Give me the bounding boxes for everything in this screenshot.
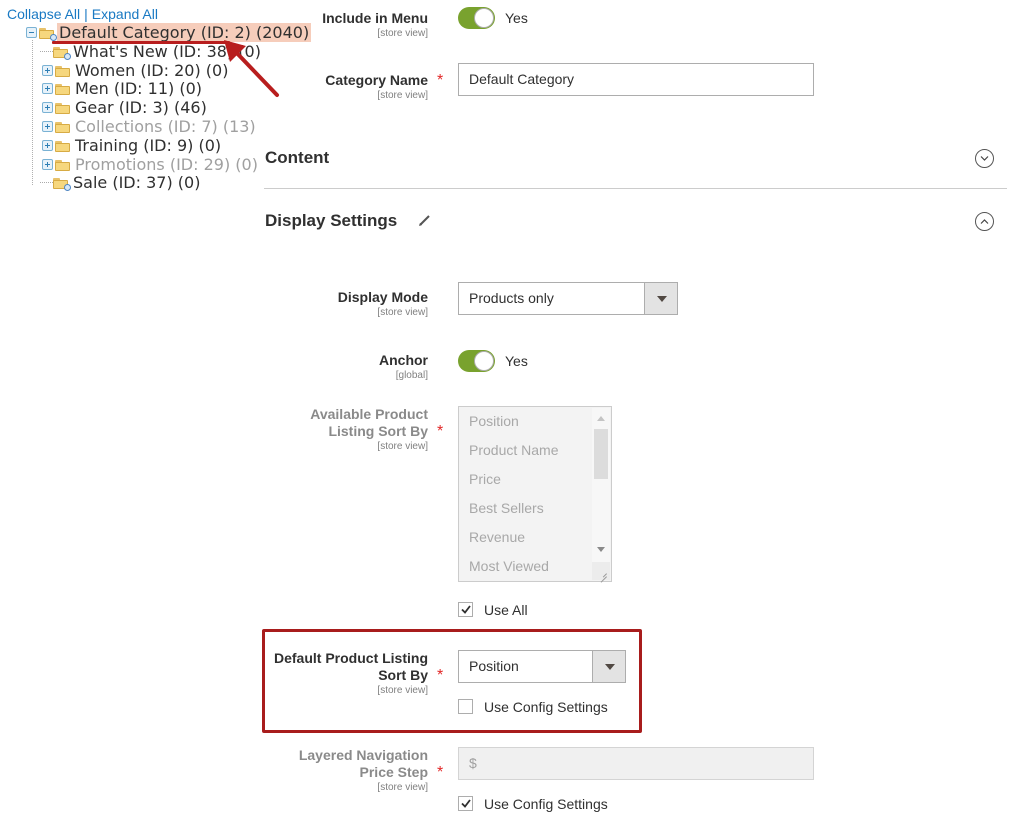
anchor-toggle[interactable] — [458, 350, 495, 372]
folder-search-icon — [53, 46, 71, 60]
scroll-down-icon[interactable] — [597, 547, 605, 552]
field-label-text: Display Mode — [337, 289, 428, 305]
folder-icon — [55, 65, 70, 77]
pencil-icon[interactable] — [418, 213, 432, 227]
section-display-settings-title[interactable]: Display Settings — [265, 211, 397, 231]
required-indicator: * — [437, 72, 444, 89]
tree-node-label[interactable]: Collections (ID: 7) (13) — [73, 117, 258, 136]
separator: | — [84, 6, 88, 22]
collapse-all-link[interactable]: Collapse All — [7, 6, 80, 22]
field-scope: [store view] — [377, 782, 428, 793]
select-value: Products only — [469, 290, 554, 306]
category-name-label: Category Name [store view] — [168, 72, 428, 102]
default-sort-use-config-checkbox[interactable] — [458, 699, 473, 714]
field-scope: [store view] — [377, 307, 428, 318]
scroll-up-icon[interactable] — [597, 416, 605, 421]
folder-icon — [55, 159, 70, 171]
folder-icon — [55, 140, 70, 152]
use-all-checkbox[interactable] — [458, 602, 473, 617]
include-in-menu-value: Yes — [505, 10, 528, 26]
tree-node-promotions[interactable]: Promotions (ID: 29) (0) — [42, 155, 260, 174]
option-item[interactable]: Product Name — [469, 442, 558, 458]
field-label-text: Price Step — [359, 764, 428, 780]
field-label-text: Sort By — [378, 667, 428, 683]
toggle-knob — [474, 351, 494, 371]
field-label-text: Listing Sort By — [328, 423, 428, 439]
field-label-text: Anchor — [379, 352, 428, 368]
display-mode-select[interactable]: Products only — [458, 282, 678, 315]
field-scope: [global] — [395, 370, 428, 381]
tree-node-collections[interactable]: Collections (ID: 7) (13) — [42, 117, 258, 136]
field-label-text: Category Name — [325, 72, 428, 88]
field-scope: [store view] — [377, 441, 428, 452]
tree-connector — [40, 182, 53, 183]
tree-controls: Collapse All | Expand All — [7, 6, 158, 22]
folder-icon — [55, 102, 70, 114]
annotation-underline — [52, 41, 230, 44]
option-item[interactable]: Price — [469, 471, 501, 487]
field-label-text: Layered Navigation — [298, 747, 428, 763]
expand-icon[interactable] — [42, 121, 53, 132]
folder-search-icon — [39, 27, 57, 41]
scroll-thumb[interactable] — [594, 429, 608, 479]
anchor-value: Yes — [505, 353, 528, 369]
expand-icon[interactable] — [42, 65, 53, 76]
expand-icon[interactable] — [42, 102, 53, 113]
anchor-label: Anchor [global] — [168, 352, 428, 382]
default-sort-by-select[interactable]: Position — [458, 650, 626, 683]
include-in-menu-toggle[interactable] — [458, 7, 495, 29]
required-indicator: * — [437, 667, 444, 684]
option-item[interactable]: Revenue — [469, 529, 525, 545]
available-sort-by-multiselect[interactable]: Position Product Name Price Best Sellers… — [458, 406, 612, 582]
folder-search-icon — [53, 177, 71, 191]
required-indicator: * — [437, 423, 444, 440]
option-item[interactable]: Best Sellers — [469, 500, 544, 516]
price-step-input[interactable]: $ — [458, 747, 814, 780]
use-all-label[interactable]: Use All — [484, 602, 528, 618]
field-label-text: Available Product — [310, 406, 428, 422]
field-scope: [store view] — [377, 90, 428, 101]
price-step-use-config-checkbox[interactable] — [458, 796, 473, 811]
dropdown-arrow-icon[interactable] — [592, 651, 625, 682]
collapse-icon[interactable] — [26, 27, 37, 38]
field-label-text: Default Product Listing — [274, 650, 428, 666]
chevron-up-icon[interactable] — [975, 212, 994, 231]
section-divider — [264, 188, 1007, 189]
toggle-knob — [474, 8, 494, 28]
available-sort-by-label: Available Product Listing Sort By [store… — [168, 406, 428, 453]
expand-all-link[interactable]: Expand All — [92, 6, 158, 22]
section-content-title[interactable]: Content — [265, 148, 329, 168]
multiselect-scrollbar[interactable] — [592, 408, 610, 580]
tree-node-sale[interactable]: Sale (ID: 37) (0) — [40, 173, 202, 192]
tree-node-label[interactable]: Promotions (ID: 29) (0) — [73, 155, 260, 174]
expand-icon[interactable] — [42, 140, 53, 151]
chevron-down-icon[interactable] — [975, 149, 994, 168]
tree-guide-line — [32, 40, 33, 185]
field-scope: [store view] — [377, 28, 428, 39]
include-in-menu-label: Include in Menu [store view] — [168, 10, 428, 40]
price-step-use-config-label[interactable]: Use Config Settings — [484, 796, 608, 812]
tree-connector — [40, 51, 53, 52]
default-sort-use-config-label[interactable]: Use Config Settings — [484, 699, 608, 715]
tree-node-label[interactable]: Sale (ID: 37) (0) — [71, 173, 202, 192]
display-mode-label: Display Mode [store view] — [168, 289, 428, 319]
required-indicator: * — [437, 764, 444, 781]
tree-node-label[interactable]: Training (ID: 9) (0) — [73, 136, 223, 155]
select-value: Position — [469, 658, 519, 674]
dropdown-arrow-icon[interactable] — [644, 283, 677, 314]
expand-icon[interactable] — [42, 83, 53, 94]
folder-icon — [55, 121, 70, 133]
category-name-input[interactable]: Default Category — [458, 63, 814, 96]
price-step-label: Layered Navigation Price Step [store vie… — [168, 747, 428, 794]
field-scope: [store view] — [377, 685, 428, 696]
resize-grip-icon[interactable] — [592, 562, 610, 580]
option-item[interactable]: Most Viewed — [469, 558, 549, 574]
expand-icon[interactable] — [42, 159, 53, 170]
default-sort-by-label: Default Product Listing Sort By [store v… — [168, 650, 428, 697]
folder-icon — [55, 83, 70, 95]
field-label-text: Include in Menu — [322, 10, 428, 26]
tree-node-training[interactable]: Training (ID: 9) (0) — [42, 136, 223, 155]
option-item[interactable]: Position — [469, 413, 519, 429]
